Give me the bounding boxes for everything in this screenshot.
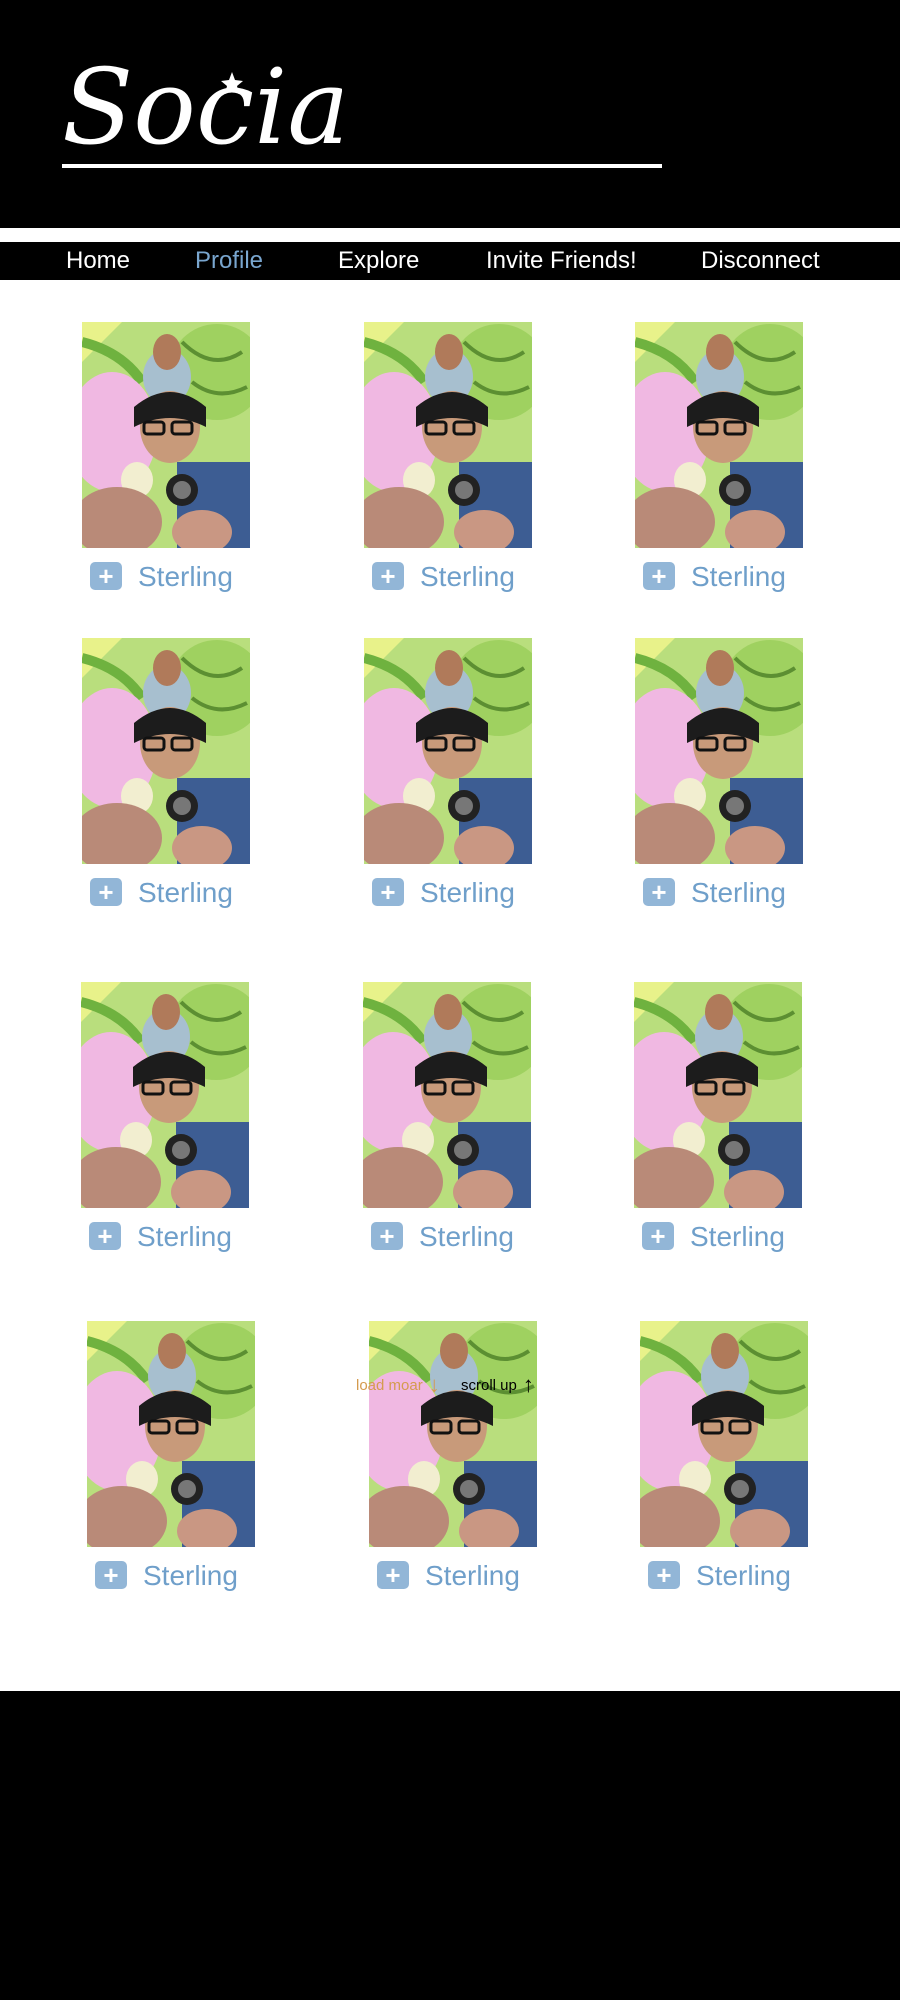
profile-card-footer: + Sterling [643,876,823,910]
add-friend-button[interactable]: + [642,1222,674,1250]
profile-card: + Sterling [364,638,534,918]
profile-photo[interactable] [369,1321,537,1547]
pagination-links: load moar ↓ scroll up ↑ [0,1370,900,1400]
profile-card-footer: + Sterling [90,560,270,594]
profile-photo[interactable] [87,1321,255,1547]
page: Social Home Profile Explore Invite Frien… [0,0,900,2000]
profile-card-footer: + Sterling [372,560,552,594]
add-friend-button[interactable]: + [372,562,404,590]
social-logo: Social [62,46,342,168]
profile-photo[interactable] [364,322,532,548]
username-link[interactable]: Sterling [137,1220,232,1254]
add-friend-button[interactable]: + [643,878,675,906]
profile-card: + Sterling [369,1321,539,1601]
nav-item-invite-friends[interactable]: Invite Friends! [486,242,637,280]
scroll-up-label: scroll up [461,1377,517,1394]
profile-photo[interactable] [635,322,803,548]
profile-photo[interactable] [82,638,250,864]
load-more-link[interactable]: load moar ↓ [356,1370,440,1400]
profile-card: + Sterling [635,322,805,602]
profile-card-footer: + Sterling [95,1559,275,1593]
username-link[interactable]: Sterling [138,560,233,594]
profile-card: + Sterling [81,982,251,1262]
username-link[interactable]: Sterling [691,560,786,594]
nav-item-explore[interactable]: Explore [338,242,419,280]
profile-card: + Sterling [634,982,804,1262]
username-link[interactable]: Sterling [691,876,786,910]
profile-card: + Sterling [364,322,534,602]
scroll-up-link[interactable]: scroll up ↑ [461,1370,534,1400]
profile-card-footer: + Sterling [89,1220,269,1254]
username-link[interactable]: Sterling [420,560,515,594]
arrow-up-icon: ↑ [522,1372,534,1397]
profile-photo[interactable] [82,322,250,548]
profile-photo[interactable] [640,1321,808,1547]
username-link[interactable]: Sterling [420,876,515,910]
profile-photo[interactable] [81,982,249,1208]
profile-card: + Sterling [82,322,252,602]
profile-card: + Sterling [640,1321,810,1601]
profile-card: + Sterling [87,1321,257,1601]
add-friend-button[interactable]: + [371,1222,403,1250]
username-link[interactable]: Sterling [138,876,233,910]
add-friend-button[interactable]: + [90,562,122,590]
nav-item-profile[interactable]: Profile [195,242,263,280]
logo-underline [62,164,662,168]
profile-card: + Sterling [363,982,533,1262]
svg-text:Social: Social [62,46,342,168]
nav-item-disconnect[interactable]: Disconnect [701,242,820,280]
username-link[interactable]: Sterling [690,1220,785,1254]
main-nav: Home Profile Explore Invite Friends! Dis… [0,242,900,280]
username-link[interactable]: Sterling [419,1220,514,1254]
username-link[interactable]: Sterling [143,1559,238,1593]
add-friend-button[interactable]: + [372,878,404,906]
profile-photo[interactable] [364,638,532,864]
username-link[interactable]: Sterling [425,1559,520,1593]
profile-card-footer: + Sterling [643,560,823,594]
profile-photo[interactable] [635,638,803,864]
profile-grid: + Sterling + Sterling + Sterling + Sterl… [0,280,900,1691]
header: Social [0,0,900,228]
load-more-label: load moar [356,1377,423,1394]
profile-card-footer: + Sterling [642,1220,822,1254]
add-friend-button[interactable]: + [648,1561,680,1589]
profile-card: + Sterling [635,638,805,918]
profile-photo[interactable] [363,982,531,1208]
add-friend-button[interactable]: + [90,878,122,906]
add-friend-button[interactable]: + [95,1561,127,1589]
arrow-down-icon: ↓ [428,1372,440,1397]
page-footer [0,1691,900,2000]
add-friend-button[interactable]: + [377,1561,409,1589]
nav-item-home[interactable]: Home [66,242,130,280]
profile-card-footer: + Sterling [90,876,270,910]
nav-divider [0,228,900,242]
username-link[interactable]: Sterling [696,1559,791,1593]
profile-card-footer: + Sterling [377,1559,557,1593]
add-friend-button[interactable]: + [643,562,675,590]
profile-card-footer: + Sterling [371,1220,551,1254]
profile-photo[interactable] [634,982,802,1208]
profile-card: + Sterling [82,638,252,918]
profile-card-footer: + Sterling [372,876,552,910]
add-friend-button[interactable]: + [89,1222,121,1250]
profile-card-footer: + Sterling [648,1559,828,1593]
